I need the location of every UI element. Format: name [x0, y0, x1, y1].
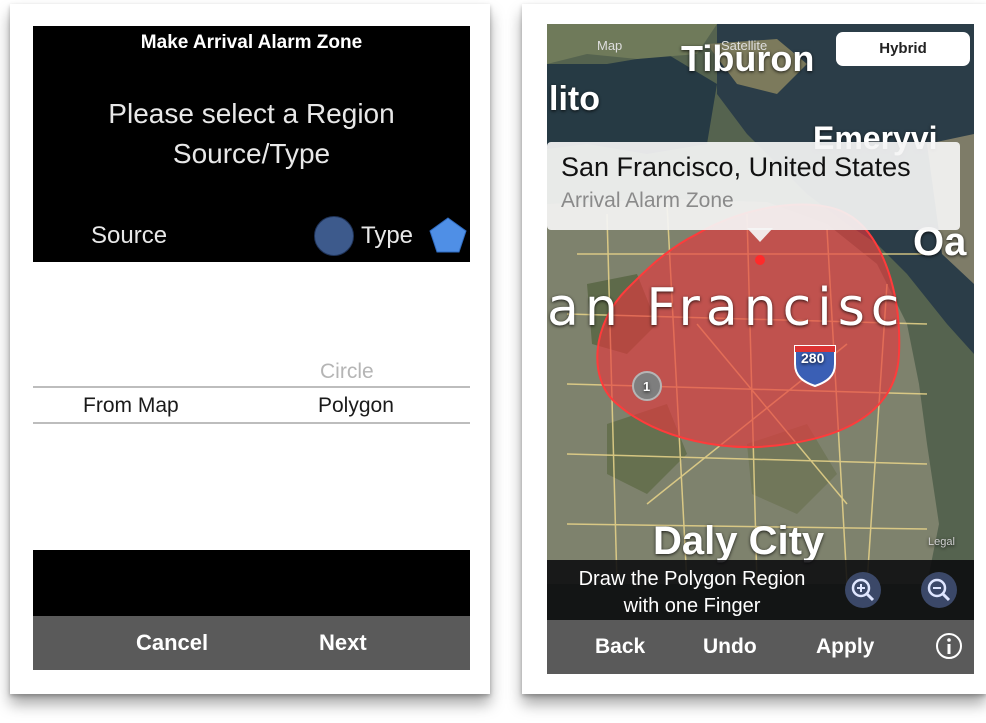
- bottom-toolbar: Cancel Next: [33, 616, 470, 670]
- zoom-in-icon: [851, 578, 875, 602]
- cancel-button[interactable]: Cancel: [136, 630, 208, 656]
- picker-option-circle[interactable]: Circle: [320, 360, 374, 384]
- picker-selection-bottom-line: [33, 422, 470, 424]
- undo-button[interactable]: Undo: [703, 635, 757, 659]
- highway-280-label: 280: [801, 350, 825, 366]
- picker-option-polygon[interactable]: Polygon: [318, 394, 394, 418]
- draw-instruction: Draw the Polygon Region with one Finger: [547, 566, 837, 620]
- circle-icon: [314, 216, 354, 256]
- pentagon-icon: [429, 217, 467, 253]
- map-type-hybrid[interactable]: Hybrid: [836, 32, 970, 66]
- cluster-count-label: 1: [643, 379, 651, 394]
- left-screenshot-card: Make Arrival Alarm Zone Please select a …: [10, 4, 490, 694]
- callout-title: San Francisco, United States: [561, 152, 911, 182]
- picker-selection-top-line: [33, 386, 470, 388]
- location-callout[interactable]: San Francisco, United States Arrival Ala…: [547, 142, 960, 242]
- zoom-in-button[interactable]: [845, 572, 881, 608]
- map-type-map[interactable]: Map: [597, 38, 622, 53]
- zoom-out-button[interactable]: [921, 572, 957, 608]
- instruction-line-2: with one Finger: [623, 595, 761, 617]
- map-type-satellite[interactable]: Satellite: [721, 38, 767, 53]
- instruction-bar: Draw the Polygon Region with one Finger: [547, 560, 974, 620]
- prompt-line-2: Source/Type: [172, 138, 331, 169]
- map-label-san-francisco: an Francisc: [547, 278, 906, 338]
- instruction-line-1: Draw the Polygon Region: [578, 568, 806, 590]
- region-picker[interactable]: Circle From Map Polygon: [33, 262, 470, 550]
- map-label-daly-city: Daly City: [653, 519, 825, 563]
- source-column-label: Source: [91, 222, 168, 249]
- type-column-label: Type: [361, 222, 414, 249]
- map-label-lito: lito: [549, 80, 600, 118]
- next-button[interactable]: Next: [319, 630, 367, 656]
- source-type-screen: Make Arrival Alarm Zone Please select a …: [33, 26, 470, 670]
- callout-pointer: [747, 228, 773, 242]
- back-button[interactable]: Back: [595, 635, 645, 659]
- screen-title: Make Arrival Alarm Zone: [140, 32, 363, 53]
- picker-option-from-map[interactable]: From Map: [83, 394, 179, 418]
- info-icon[interactable]: [934, 631, 964, 661]
- map-legal-link[interactable]: Legal: [928, 536, 955, 548]
- region-prompt: Please select a Region Source/Type: [33, 94, 470, 174]
- right-screenshot-card: Tiburon lito Emeryvi Oa an Francisc Daly…: [522, 4, 986, 694]
- map-type-segmented-control: Map Satellite Hybrid: [547, 28, 974, 66]
- prompt-line-1: Please select a Region: [108, 98, 395, 129]
- callout-subtitle: Arrival Alarm Zone: [561, 189, 734, 212]
- map-bottom-toolbar: Back Undo Apply: [547, 620, 974, 674]
- apply-button[interactable]: Apply: [816, 635, 874, 659]
- zoom-out-icon: [927, 578, 951, 602]
- map-screen: Tiburon lito Emeryvi Oa an Francisc Daly…: [547, 24, 974, 674]
